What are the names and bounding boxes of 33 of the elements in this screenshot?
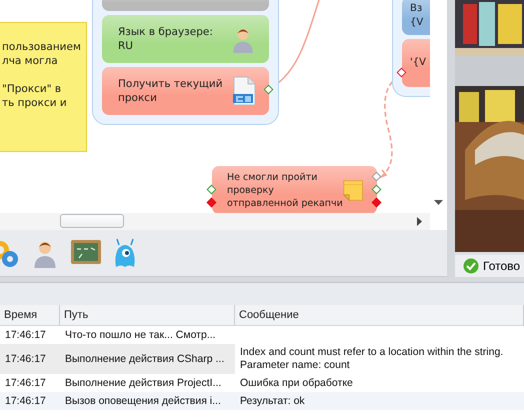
- sticky-note: пользованием лча могла "Прокси" в ть прокси и: [0, 22, 87, 152]
- table-cell[interactable]: 17:46:17: [0, 344, 60, 374]
- node-label: Вз {V: [410, 2, 424, 30]
- scroll-down-icon[interactable]: [434, 200, 443, 206]
- flow-node[interactable]: Не смогли пройти проверку отправленной рекапчи: [212, 166, 377, 213]
- horizontal-scrollbar[interactable]: [0, 213, 430, 230]
- table-cell[interactable]: Что-то пошло не так... Смотр...: [60, 326, 235, 344]
- column-header[interactable]: Сообщение: [235, 305, 524, 326]
- table-cell[interactable]: Результат: ok: [235, 392, 524, 410]
- flow-node[interactable]: Язык в браузере: RU: [102, 15, 269, 63]
- scroll-right-icon[interactable]: [416, 217, 423, 226]
- table-cell[interactable]: 17:46:17: [0, 326, 60, 344]
- table-cell[interactable]: Ошибка при обработке: [235, 374, 524, 392]
- table-cell[interactable]: 17:46:17: [0, 392, 60, 410]
- status-text: Готово: [483, 259, 520, 273]
- scrollbar-thumb[interactable]: [60, 214, 124, 228]
- check-icon: [463, 258, 479, 274]
- script-file-icon: [231, 76, 257, 106]
- table-cell[interactable]: Вызов оповещения действия i...: [60, 392, 235, 410]
- flow-node[interactable]: '{V: [402, 39, 430, 87]
- flow-node[interactable]: Вз {V: [402, 0, 430, 35]
- node-label: '{V: [410, 56, 426, 70]
- node-label: Язык в браузере: RU: [118, 25, 213, 53]
- column-header[interactable]: Путь: [60, 305, 235, 326]
- table-cell[interactable]: Выполнение действия ProjectI...: [60, 374, 235, 392]
- flow-node[interactable]: Получить текущий прокси: [102, 67, 269, 115]
- node-label: Получить текущий прокси: [118, 77, 223, 105]
- table-cell[interactable]: Выполнение действия CSharp ...: [60, 344, 235, 374]
- table-cell[interactable]: Index and count must refer to a location within the string. Parameter name: count: [235, 344, 524, 374]
- table-cell[interactable]: 17:46:17: [0, 374, 60, 392]
- node-label: Не смогли пройти проверку отправленной рекапчи: [227, 170, 343, 210]
- chalkboard-icon[interactable]: [70, 239, 102, 267]
- column-header[interactable]: Время: [0, 305, 60, 326]
